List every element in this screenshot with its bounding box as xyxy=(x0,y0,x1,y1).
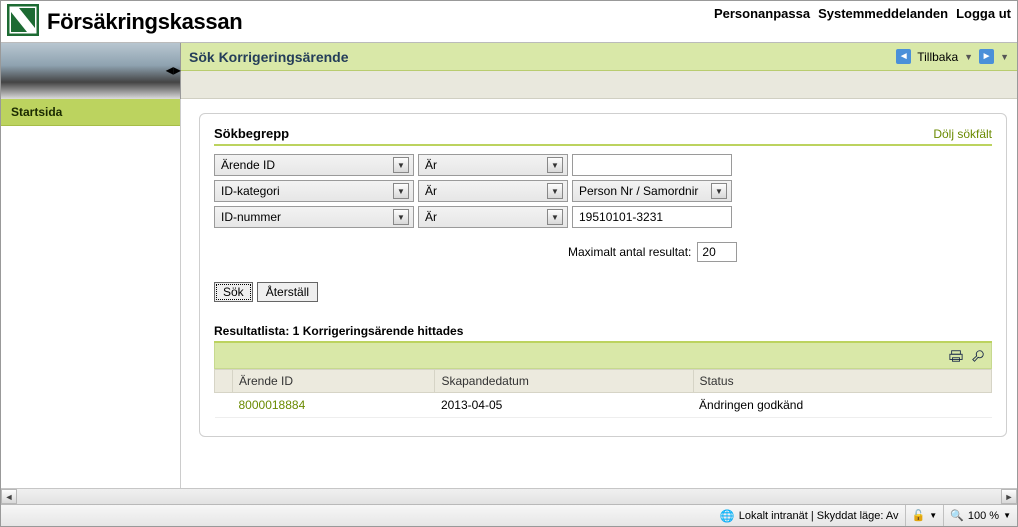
topbar: Försäkringskassan Personanpassa Systemme… xyxy=(1,1,1017,43)
value-input-0[interactable] xyxy=(572,154,732,176)
results-heading: Resultatlista: 1 Korrigeringsärende hitt… xyxy=(214,324,992,343)
value-select-1[interactable]: Person Nr / Samordnir ▼ xyxy=(572,180,732,202)
search-button[interactable]: Sök xyxy=(214,282,253,302)
title-actions: ◄ Tillbaka ▼ ► ▼ xyxy=(896,49,1009,64)
chevron-down-icon: ▼ xyxy=(547,157,563,173)
sub-titlebar xyxy=(181,71,1017,99)
back-button[interactable]: Tillbaka xyxy=(917,50,958,64)
op-label: Är xyxy=(425,210,437,224)
max-results-row: Maximalt antal resultat: xyxy=(214,242,992,262)
back-dropdown-icon[interactable]: ▼ xyxy=(964,52,973,62)
col-arende-id[interactable]: Ärende ID xyxy=(233,370,435,393)
statusbar: 🌐 Lokalt intranät | Skyddat läge: Av 🔓 ▼… xyxy=(1,504,1017,526)
chevron-down-icon: ▼ xyxy=(711,183,727,199)
table-row[interactable]: 8000018884 2013-04-05 Ändringen godkänd xyxy=(215,393,992,418)
back-arrow-icon[interactable]: ◄ xyxy=(896,49,911,64)
titlebar-wrap: Sök Korrigeringsärende ◄ Tillbaka ▼ ► ▼ xyxy=(181,43,1017,99)
hide-search-fields-link[interactable]: Dölj sökfält xyxy=(933,127,992,141)
forward-dropdown-icon[interactable]: ▼ xyxy=(1000,52,1009,62)
content: Sökbegrepp Dölj sökfält Ärende ID ▼ Är ▼… xyxy=(181,99,1017,504)
reset-button[interactable]: Återställ xyxy=(257,282,318,302)
page-title: Sök Korrigeringsärende xyxy=(189,49,349,65)
scroll-left-icon[interactable]: ◄ xyxy=(1,489,17,504)
search-panel: Sökbegrepp Dölj sökfält Ärende ID ▼ Är ▼… xyxy=(199,113,1007,437)
field-label: ID-kategori xyxy=(221,184,280,198)
zoom-dropdown-icon[interactable]: ▼ xyxy=(1003,511,1011,520)
topnav-logout[interactable]: Logga ut xyxy=(956,6,1011,21)
scroll-track[interactable] xyxy=(17,489,1001,504)
field-label: Ärende ID xyxy=(221,158,275,172)
field-select-id-nummer[interactable]: ID-nummer ▼ xyxy=(214,206,414,228)
print-icon[interactable] xyxy=(949,349,963,363)
col-select xyxy=(215,370,233,393)
max-results-input[interactable] xyxy=(697,242,737,262)
op-select-1[interactable]: Är ▼ xyxy=(418,180,568,202)
results-table: Ärende ID Skapandedatum Status 800001888… xyxy=(214,369,992,418)
max-results-label: Maximalt antal resultat: xyxy=(568,245,691,259)
search-grid: Ärende ID ▼ Är ▼ ID-kategori ▼ Är ▼ xyxy=(214,154,992,228)
op-select-2[interactable]: Är ▼ xyxy=(418,206,568,228)
zoom-level: 100 % xyxy=(968,510,999,522)
header-row: ◀▶ Sök Korrigeringsärende ◄ Tillbaka ▼ ►… xyxy=(1,43,1017,99)
op-select-0[interactable]: Är ▼ xyxy=(418,154,568,176)
forward-arrow-icon[interactable]: ► xyxy=(979,49,994,64)
collapse-sidebar-icon[interactable]: ◀▶ xyxy=(166,66,181,77)
horizontal-scrollbar[interactable]: ◄ ► xyxy=(1,488,1017,504)
value-label: Person Nr / Samordnir xyxy=(579,184,698,198)
topnav-sysmsg[interactable]: Systemmeddelanden xyxy=(818,6,948,21)
col-skapandedatum[interactable]: Skapandedatum xyxy=(435,370,693,393)
nav-item-start[interactable]: Startsida xyxy=(1,99,180,126)
left-nav: Startsida xyxy=(1,99,181,504)
field-label: ID-nummer xyxy=(221,210,281,224)
op-label: Är xyxy=(425,184,437,198)
result-status: Ändringen godkänd xyxy=(693,393,991,418)
top-nav: Personanpassa Systemmeddelanden Logga ut xyxy=(714,4,1011,21)
security-icon[interactable]: 🔓 xyxy=(912,509,926,522)
topnav-personalize[interactable]: Personanpassa xyxy=(714,6,810,21)
zoom-icon[interactable]: 🔍 xyxy=(950,509,964,522)
brand-logo-icon xyxy=(7,4,39,39)
hero-image: ◀▶ xyxy=(1,43,181,99)
field-select-id-kategori[interactable]: ID-kategori ▼ xyxy=(214,180,414,202)
field-select-arende-id[interactable]: Ärende ID ▼ xyxy=(214,154,414,176)
value-input-2[interactable]: 19510101-3231 xyxy=(572,206,732,228)
results-toolbar xyxy=(214,343,992,369)
wrench-icon[interactable] xyxy=(971,349,985,363)
brand-name: Försäkringskassan xyxy=(47,9,242,35)
brand: Försäkringskassan xyxy=(7,4,242,39)
chevron-down-icon: ▼ xyxy=(547,209,563,225)
search-section-header: Sökbegrepp Dölj sökfält xyxy=(214,126,992,146)
status-zone: Lokalt intranät | Skyddat läge: Av xyxy=(739,510,899,522)
chevron-down-icon: ▼ xyxy=(547,183,563,199)
op-label: Är xyxy=(425,158,437,172)
titlebar: Sök Korrigeringsärende ◄ Tillbaka ▼ ► ▼ xyxy=(181,43,1017,71)
scroll-right-icon[interactable]: ► xyxy=(1001,489,1017,504)
result-id-link[interactable]: 8000018884 xyxy=(239,398,306,412)
search-section-title: Sökbegrepp xyxy=(214,126,289,141)
chevron-down-icon: ▼ xyxy=(393,183,409,199)
col-status[interactable]: Status xyxy=(693,370,991,393)
search-buttons: Sök Återställ xyxy=(214,282,992,302)
chevron-down-icon: ▼ xyxy=(393,209,409,225)
chevron-down-icon: ▼ xyxy=(393,157,409,173)
main-area: Startsida Sökbegrepp Dölj sökfält Ärende… xyxy=(1,99,1017,504)
globe-icon: 🌐 xyxy=(720,509,735,523)
security-dropdown-icon[interactable]: ▼ xyxy=(929,511,937,520)
result-created: 2013-04-05 xyxy=(435,393,693,418)
